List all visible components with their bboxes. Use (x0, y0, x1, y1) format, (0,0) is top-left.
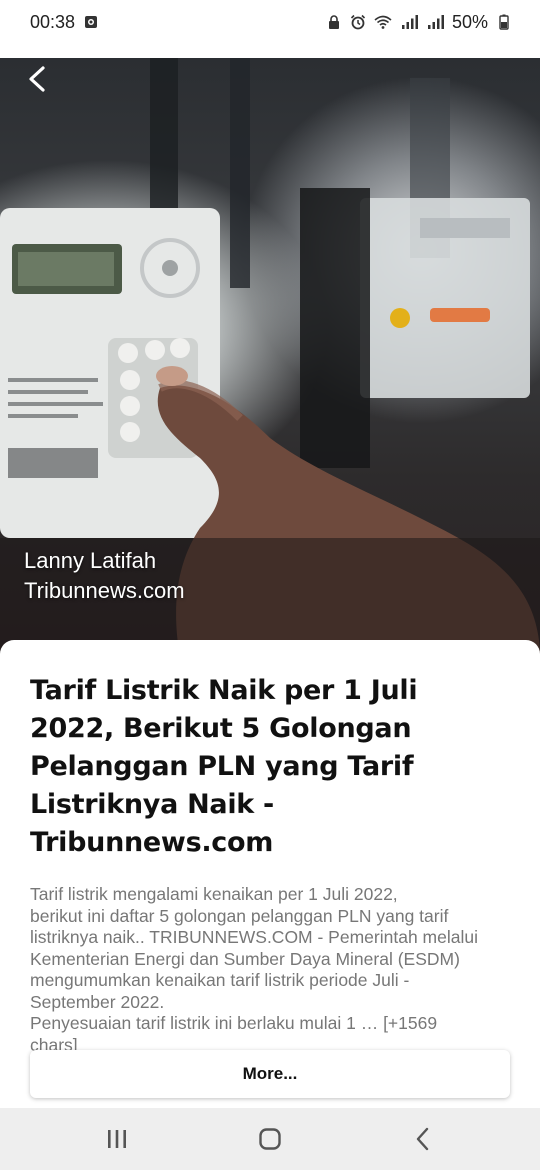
back-icon (417, 1127, 429, 1151)
image-source: Tribunnews.com (24, 578, 185, 603)
image-author: Lanny Latifah (24, 548, 157, 573)
battery-percent: 50% (451, 11, 488, 32)
home-button[interactable] (240, 1114, 300, 1164)
wifi-icon (374, 14, 392, 30)
chevron-left-icon (29, 66, 45, 92)
screenshot-icon (83, 14, 99, 30)
hero-image: Lanny Latifah Tribunnews.com (0, 58, 540, 658)
recent-apps-icon (107, 1130, 126, 1148)
signal-icon (400, 14, 418, 30)
article-title: Tarif Listrik Naik per 1 Juli 2022, Beri… (30, 675, 418, 858)
back-button[interactable] (22, 64, 52, 94)
system-nav-bar (0, 1108, 540, 1170)
alarm-icon (350, 14, 366, 30)
lock-icon (326, 14, 342, 30)
more-button[interactable]: More... (30, 1050, 510, 1098)
status-bar: 00:38 50% (0, 0, 540, 44)
status-time: 00:38 (30, 11, 76, 32)
article-card: Tarif Listrik Naik per 1 Juli 2022, Beri… (0, 640, 540, 1110)
image-credit: Lanny Latifah Tribunnews.com (24, 546, 185, 606)
home-icon (259, 1128, 281, 1150)
status-right: 50% (326, 12, 512, 33)
nav-back-button[interactable] (393, 1114, 453, 1164)
article-description: Tarif listrik mengalami kenaikan per 1 J… (30, 884, 478, 1055)
recent-apps-button[interactable] (87, 1114, 147, 1164)
signal-icon (426, 14, 444, 30)
battery-icon (496, 14, 512, 30)
status-left: 00:38 (30, 12, 99, 33)
